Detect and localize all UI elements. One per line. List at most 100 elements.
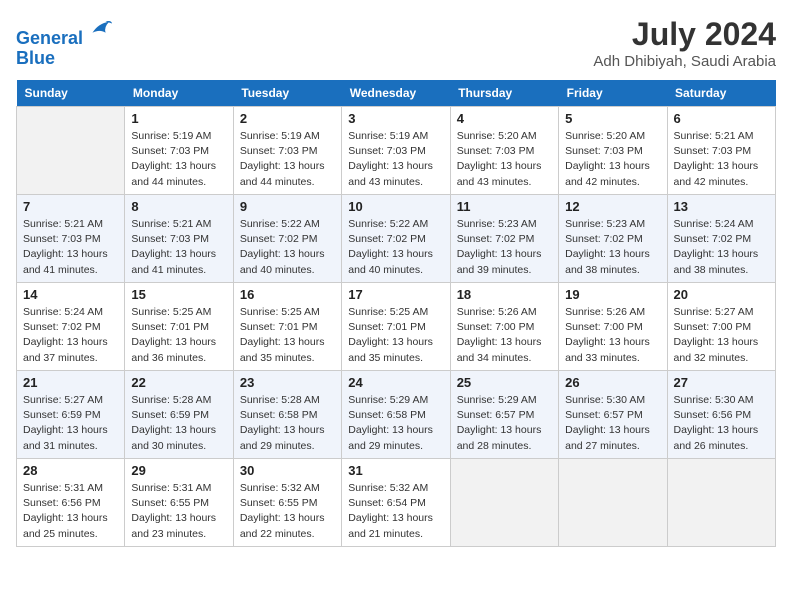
calendar-cell: 7 Sunrise: 5:21 AMSunset: 7:03 PMDaylight… — [17, 195, 125, 283]
calendar-cell: 27Sunrise: 5:30 AMSunset: 6:56 PMDayligh… — [667, 371, 775, 459]
day-number: 23 — [240, 375, 335, 390]
day-number: 26 — [565, 375, 660, 390]
day-number: 25 — [457, 375, 552, 390]
weekday-header-saturday: Saturday — [667, 80, 775, 107]
day-number: 10 — [348, 199, 443, 214]
calendar-cell: 29 Sunrise: 5:31 AMSunset: 6:55 PMDayligh… — [125, 459, 233, 547]
day-number: 15 — [131, 287, 226, 302]
calendar-cell: 26Sunrise: 5:30 AMSunset: 6:57 PMDayligh… — [559, 371, 667, 459]
calendar-cell: 23Sunrise: 5:28 AMSunset: 6:58 PMDayligh… — [233, 371, 341, 459]
page-header: General Blue July 2024 Adh Dhibiyah, Sau… — [16, 16, 776, 70]
title-block: July 2024 Adh Dhibiyah, Saudi Arabia — [593, 16, 776, 70]
day-info: Sunrise: 5:22 AMSunset: 7:02 PMDaylight:… — [240, 217, 335, 278]
day-info: Sunrise: 5:25 AMSunset: 7:01 PMDaylight:… — [240, 305, 335, 366]
month-year: July 2024 — [593, 16, 776, 53]
day-info: Sunrise: 5:32 AMSunset: 6:55 PMDaylight:… — [240, 481, 335, 542]
calendar-week-4: 21 Sunrise: 5:27 AMSunset: 6:59 PMDayligh… — [17, 371, 776, 459]
day-info: Sunrise: 5:32 AMSunset: 6:54 PMDaylight:… — [348, 481, 443, 542]
day-number: 16 — [240, 287, 335, 302]
calendar-cell: 25 Sunrise: 5:29 AMSunset: 6:57 PMDayligh… — [450, 371, 558, 459]
day-number: 11 — [457, 199, 552, 214]
calendar-cell: 28 Sunrise: 5:31 AMSunset: 6:56 PMDayligh… — [17, 459, 125, 547]
calendar-table: SundayMondayTuesdayWednesdayThursdayFrid… — [16, 80, 776, 547]
day-number: 6 — [674, 111, 769, 126]
day-number: 30 — [240, 463, 335, 478]
day-number: 18 — [457, 287, 552, 302]
day-number: 7 — [23, 199, 118, 214]
day-info: Sunrise: 5:29 AMSunset: 6:57 PMDaylight:… — [457, 393, 552, 454]
day-info: Sunrise: 5:20 AMSunset: 7:03 PMDaylight:… — [457, 129, 552, 190]
calendar-cell: 12Sunrise: 5:23 AMSunset: 7:02 PMDayligh… — [559, 195, 667, 283]
weekday-header-row: SundayMondayTuesdayWednesdayThursdayFrid… — [17, 80, 776, 107]
day-number: 24 — [348, 375, 443, 390]
calendar-cell: 20 Sunrise: 5:27 AMSunset: 7:00 PMDayligh… — [667, 283, 775, 371]
day-number: 3 — [348, 111, 443, 126]
day-info: Sunrise: 5:28 AMSunset: 6:59 PMDaylight:… — [131, 393, 226, 454]
day-number: 14 — [23, 287, 118, 302]
day-number: 28 — [23, 463, 118, 478]
day-number: 21 — [23, 375, 118, 390]
calendar-cell: 1Sunrise: 5:19 AMSunset: 7:03 PMDaylight… — [125, 107, 233, 195]
calendar-body: 1 Sunrise: 5:19 AMSunset: 7:03 PMDaylight… — [17, 107, 776, 547]
weekday-header-thursday: Thursday — [450, 80, 558, 107]
calendar-cell: 18 Sunrise: 5:26 AMSunset: 7:00 PMDayligh… — [450, 283, 558, 371]
calendar-cell: 19Sunrise: 5:26 AMSunset: 7:00 PMDayligh… — [559, 283, 667, 371]
calendar-cell: 8Sunrise: 5:21 AMSunset: 7:03 PMDaylight… — [125, 195, 233, 283]
calendar-cell — [450, 459, 558, 547]
day-number: 31 — [348, 463, 443, 478]
weekday-header-monday: Monday — [125, 80, 233, 107]
calendar-cell — [17, 107, 125, 195]
calendar-cell: 16 Sunrise: 5:25 AMSunset: 7:01 PMDayligh… — [233, 283, 341, 371]
calendar-cell — [559, 459, 667, 547]
calendar-cell: 9 Sunrise: 5:22 AMSunset: 7:02 PMDaylight… — [233, 195, 341, 283]
day-info: Sunrise: 5:27 AMSunset: 7:00 PMDaylight:… — [674, 305, 769, 366]
day-number: 2 — [240, 111, 335, 126]
calendar-cell: 10 Sunrise: 5:22 AMSunset: 7:02 PMDayligh… — [342, 195, 450, 283]
calendar-week-1: 1 Sunrise: 5:19 AMSunset: 7:03 PMDaylight… — [17, 107, 776, 195]
calendar-cell: 11Sunrise: 5:23 AMSunset: 7:02 PMDayligh… — [450, 195, 558, 283]
day-number: 1 — [131, 111, 226, 126]
calendar-cell: 24 Sunrise: 5:29 AMSunset: 6:58 PMDayligh… — [342, 371, 450, 459]
calendar-cell: 31 Sunrise: 5:32 AMSunset: 6:54 PMDayligh… — [342, 459, 450, 547]
calendar-cell: 17Sunrise: 5:25 AMSunset: 7:01 PMDayligh… — [342, 283, 450, 371]
day-info: Sunrise: 5:22 AMSunset: 7:02 PMDaylight:… — [348, 217, 443, 278]
calendar-cell: 4Sunrise: 5:20 AMSunset: 7:03 PMDaylight… — [450, 107, 558, 195]
day-info: Sunrise: 5:29 AMSunset: 6:58 PMDaylight:… — [348, 393, 443, 454]
calendar-week-3: 14Sunrise: 5:24 AMSunset: 7:02 PMDayligh… — [17, 283, 776, 371]
logo: General Blue — [16, 16, 113, 69]
day-info: Sunrise: 5:30 AMSunset: 6:56 PMDaylight:… — [674, 393, 769, 454]
calendar-cell: 21 Sunrise: 5:27 AMSunset: 6:59 PMDayligh… — [17, 371, 125, 459]
day-number: 13 — [674, 199, 769, 214]
day-number: 29 — [131, 463, 226, 478]
weekday-header-friday: Friday — [559, 80, 667, 107]
calendar-cell: 2 Sunrise: 5:19 AMSunset: 7:03 PMDaylight… — [233, 107, 341, 195]
calendar-cell: 5Sunrise: 5:20 AMSunset: 7:03 PMDaylight… — [559, 107, 667, 195]
day-info: Sunrise: 5:19 AMSunset: 7:03 PMDaylight:… — [348, 129, 443, 190]
calendar-cell: 22 Sunrise: 5:28 AMSunset: 6:59 PMDayligh… — [125, 371, 233, 459]
day-number: 9 — [240, 199, 335, 214]
calendar-cell: 15 Sunrise: 5:25 AMSunset: 7:01 PMDayligh… — [125, 283, 233, 371]
day-number: 8 — [131, 199, 226, 214]
day-info: Sunrise: 5:26 AMSunset: 7:00 PMDaylight:… — [565, 305, 660, 366]
day-number: 22 — [131, 375, 226, 390]
calendar-cell: 13 Sunrise: 5:24 AMSunset: 7:02 PMDayligh… — [667, 195, 775, 283]
weekday-header-sunday: Sunday — [17, 80, 125, 107]
day-info: Sunrise: 5:26 AMSunset: 7:00 PMDaylight:… — [457, 305, 552, 366]
calendar-week-2: 7 Sunrise: 5:21 AMSunset: 7:03 PMDaylight… — [17, 195, 776, 283]
day-info: Sunrise: 5:24 AMSunset: 7:02 PMDaylight:… — [674, 217, 769, 278]
day-info: Sunrise: 5:31 AMSunset: 6:56 PMDaylight:… — [23, 481, 118, 542]
logo-text: General Blue — [16, 16, 113, 69]
weekday-header-wednesday: Wednesday — [342, 80, 450, 107]
day-number: 20 — [674, 287, 769, 302]
calendar-cell: 3 Sunrise: 5:19 AMSunset: 7:03 PMDaylight… — [342, 107, 450, 195]
day-info: Sunrise: 5:27 AMSunset: 6:59 PMDaylight:… — [23, 393, 118, 454]
calendar-cell: 14Sunrise: 5:24 AMSunset: 7:02 PMDayligh… — [17, 283, 125, 371]
day-info: Sunrise: 5:31 AMSunset: 6:55 PMDaylight:… — [131, 481, 226, 542]
day-info: Sunrise: 5:25 AMSunset: 7:01 PMDaylight:… — [348, 305, 443, 366]
day-info: Sunrise: 5:25 AMSunset: 7:01 PMDaylight:… — [131, 305, 226, 366]
calendar-cell: 30 Sunrise: 5:32 AMSunset: 6:55 PMDayligh… — [233, 459, 341, 547]
day-info: Sunrise: 5:20 AMSunset: 7:03 PMDaylight:… — [565, 129, 660, 190]
weekday-header-tuesday: Tuesday — [233, 80, 341, 107]
day-info: Sunrise: 5:21 AMSunset: 7:03 PMDaylight:… — [23, 217, 118, 278]
day-info: Sunrise: 5:19 AMSunset: 7:03 PMDaylight:… — [240, 129, 335, 190]
